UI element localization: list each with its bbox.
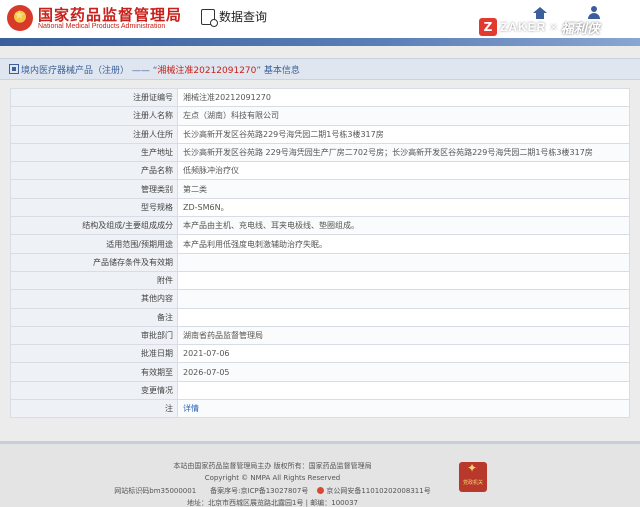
detail-row: 适用范围/预期用途 本产品利用低强度电刺激辅助治疗失眠。 [10, 234, 630, 254]
page-title: 境内医疗器械产品（注册） —— “湘械注准20212091270” 基本信息 [21, 63, 300, 76]
detail-label: 适用范围/预期用途 [10, 234, 178, 254]
detail-value-cell: 详情 [177, 399, 630, 419]
page-title-suffix: ” 基本信息 [256, 66, 300, 76]
footer-address: 地址：北京市西城区展览路北露园1号 | 邮编：100037 [187, 499, 358, 507]
watermark-brand: 福利侠 [560, 21, 600, 37]
detail-row: 产品储存条件及有效期 [10, 252, 630, 272]
detail-label: 审批部门 [10, 325, 178, 346]
detail-label: 注册人名称 [10, 106, 178, 126]
site-footer: 本站由国家药品监督管理局主办 版权所有：国家药品监督管理局 Copyright … [0, 441, 640, 507]
watermark-separator: × [549, 21, 558, 33]
detail-value: 低频脉冲治疗仪 [177, 161, 630, 181]
detail-label: 产品储存条件及有效期 [10, 252, 178, 272]
detail-row: 注详情 [10, 399, 630, 419]
detail-row: 结构及组成/主要组成成分 本产品由主机、充电线、耳夹电极线、垫圈组成。 [10, 216, 630, 236]
detail-label: 结构及组成/主要组成成分 [10, 216, 178, 236]
detail-label: 产品名称 [10, 161, 178, 181]
registration-number-highlight: 湘械注准20212091270 [157, 66, 257, 76]
detail-label: 注册人住所 [10, 124, 178, 144]
detail-label: 备注 [10, 307, 178, 327]
seal-label: 党政机关 [462, 480, 483, 486]
details-link[interactable]: 详情 [183, 404, 199, 413]
page-title-prefix: 境内医疗器械产品（注册） —— “ [21, 66, 158, 76]
national-emblem-icon[interactable] [7, 5, 33, 31]
detail-row: 生产地址 长沙高新开发区谷苑路 229号海凭园生产厂房二702号房；长沙高新开发区… [10, 142, 630, 163]
detail-value: 长沙高新开发区谷苑路229号海凭园二期1号栋3楼317房 [177, 124, 630, 144]
detail-value: 湖南省药品监督管理局 [177, 325, 630, 346]
detail-value: 左点（湖南）科技有限公司 [177, 106, 630, 126]
detail-row: 型号规格 ZD-SM6N。 [10, 197, 630, 218]
detail-row: 其他内容 [10, 289, 630, 309]
footer-icp-text[interactable]: 网站标识码bm35000001 备案序号:京ICP备13027807号 [114, 487, 315, 495]
data-query-link[interactable]: 数据查询 [201, 8, 268, 27]
zaker-watermark-text: ZAKER [500, 20, 547, 34]
police-badge-icon [317, 487, 325, 494]
detail-row: 管理类别 第二类 [10, 179, 630, 199]
site-logo-title[interactable]: 国家药品监督管理局 [38, 4, 182, 25]
detail-value: 2021-07-06 [177, 344, 630, 364]
party-government-seal-icon[interactable]: 党政机关 [459, 462, 487, 492]
data-query-label: 数据查询 [219, 10, 268, 24]
detail-value: 2026-07-05 [177, 362, 630, 382]
page-title-bar: 境内医疗器械产品（注册） —— “湘械注准20212091270” 基本信息 [0, 58, 640, 80]
detail-value [177, 252, 630, 272]
detail-label: 附件 [10, 270, 178, 291]
zaker-logo-icon: Z [479, 18, 497, 36]
detail-label: 型号规格 [10, 197, 178, 218]
registration-detail-table: 注册证编号 湘械注准20212091270 注册人名称 左点（湖南）科技有限公司 注册人… [10, 87, 630, 419]
detail-row: 注册人住所 长沙高新开发区谷苑路229号海凭园二期1号栋3楼317房 [10, 124, 630, 144]
detail-value [177, 307, 630, 327]
watermark-overlay: Z ZAKER × 福利侠 [479, 16, 600, 38]
section-icon [9, 64, 19, 74]
detail-value [177, 289, 630, 309]
detail-value: 第二类 [177, 179, 630, 199]
site-header: 国家药品监督管理局 National Medical Products Admi… [0, 0, 640, 38]
detail-row: 注册证编号 湘械注准20212091270 [10, 87, 630, 108]
detail-row: 有效期至 2026-07-05 [10, 362, 630, 382]
detail-label: 注册证编号 [10, 87, 178, 108]
detail-row: 变更情况 [10, 380, 630, 401]
detail-label: 管理类别 [10, 179, 178, 199]
detail-row: 产品名称 低频脉冲治疗仪 [10, 161, 630, 181]
document-search-icon [201, 8, 218, 27]
detail-value [177, 270, 630, 291]
detail-label: 有效期至 [10, 362, 178, 382]
detail-value: 长沙高新开发区谷苑路 229号海凭园生产厂房二702号房；长沙高新开发区谷苑路2… [177, 142, 630, 163]
footer-police-record[interactable]: 京公网安备11010202008311号 [326, 487, 430, 495]
detail-label: 批准日期 [10, 344, 178, 364]
detail-label: 其他内容 [10, 289, 178, 309]
detail-row: 批准日期 2021-07-06 [10, 344, 630, 364]
detail-row: 注册人名称 左点（湖南）科技有限公司 [10, 106, 630, 126]
detail-row: 附件 [10, 270, 630, 291]
detail-label: 注 [10, 399, 178, 419]
detail-value [177, 380, 630, 401]
detail-value: 湘械注准20212091270 [177, 87, 630, 108]
header-banner-strip [0, 38, 640, 46]
detail-row: 备注 [10, 307, 630, 327]
detail-value: 本产品由主机、充电线、耳夹电极线、垫圈组成。 [177, 216, 630, 236]
detail-label: 生产地址 [10, 142, 178, 163]
detail-label: 变更情况 [10, 380, 178, 401]
detail-value: 本产品利用低强度电刺激辅助治疗失眠。 [177, 234, 630, 254]
detail-value: ZD-SM6N。 [177, 197, 630, 218]
detail-row: 审批部门 湖南省药品监督管理局 [10, 325, 630, 346]
site-logo-subtitle: National Medical Products Administration [38, 23, 166, 30]
